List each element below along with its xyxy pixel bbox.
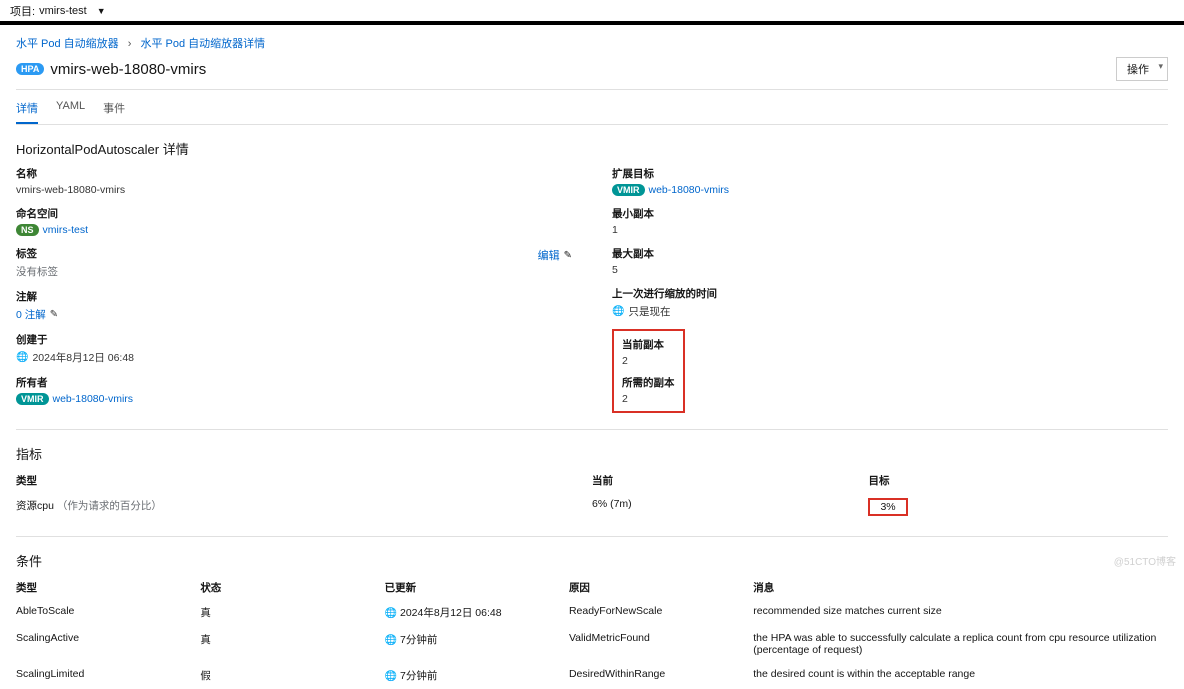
cond-reason: DesiredWithinRange [569,668,753,683]
vmir-badge: VMIR [612,184,645,196]
label-max-replicas: 最大副本 [612,246,1168,261]
globe-icon: 🌐 [16,352,28,363]
cond-updated: 🌐 7分钟前 [385,632,569,656]
label-scale-target: 扩展目标 [612,166,1168,181]
watermark: @51CTO博客 [1114,553,1176,568]
pencil-icon[interactable]: ✎ [564,250,572,261]
value-owner[interactable]: web-18080-vmirs [53,393,134,405]
edit-labels[interactable]: 编辑 [538,247,560,263]
condition-row: ScalingActive真🌐 7分钟前ValidMetricFoundthe … [16,626,1168,662]
value-last-scale: 只是现在 [628,304,670,319]
label-current-replicas: 当前副本 [622,337,675,352]
cond-updated: 🌐 2024年8月12日 06:48 [385,605,569,620]
chevron-down-icon[interactable]: ▼ [97,6,106,16]
value-created: 2024年8月12日 06:48 [32,350,134,365]
topbar: 项目: vmirs-test ▼ [0,0,1184,22]
globe-icon: 🌐 [612,306,624,317]
globe-icon: 🌐 [385,671,397,682]
metrics-type: 资源cpu [16,500,54,512]
value-annotations[interactable]: 0 注解 [16,307,46,322]
cond-status: 真 [200,632,384,656]
cond-head-updated: 已更新 [385,580,569,595]
condition-row: ScalingLimited假🌐 7分钟前DesiredWithinRanget… [16,662,1168,689]
value-namespace[interactable]: vmirs-test [43,224,89,236]
section-title-conditions: 条件 [16,537,1168,576]
cond-head-status: 状态 [200,580,384,595]
tab-events[interactable]: 事件 [103,100,125,124]
cond-reason: ReadyForNewScale [569,605,753,620]
cond-head-reason: 原因 [569,580,753,595]
cond-status: 假 [200,668,384,683]
tab-yaml[interactable]: YAML [56,100,85,124]
metrics-note: （作为请求的百分比） [57,500,162,512]
value-name: vmirs-web-18080-vmirs [16,184,572,196]
page-title: vmirs-web-18080-vmirs [50,61,206,78]
label-annotations: 注解 [16,289,572,304]
value-current-replicas: 2 [622,355,675,367]
condition-row: AbleToScale真🌐 2024年8月12日 06:48ReadyForNe… [16,599,1168,626]
cond-status: 真 [200,605,384,620]
value-labels: 没有标签 [16,264,572,279]
chevron-right-icon: › [128,38,132,50]
section-title-details: HorizontalPodAutoscaler 详情 [16,125,1168,166]
metrics-target: 3% [868,498,907,516]
value-scale-target[interactable]: web-18080-vmirs [649,184,730,196]
hpa-badge: HPA [16,63,44,75]
cond-message: recommended size matches current size [753,605,1168,620]
globe-icon: 🌐 [385,608,397,619]
label-created: 创建于 [16,332,572,347]
cond-message: the desired count is within the acceptab… [753,668,1168,683]
label-labels: 标签 [16,246,37,261]
pencil-icon[interactable]: ✎ [50,309,58,320]
label-name: 名称 [16,166,572,181]
project-value[interactable]: vmirs-test [39,5,87,17]
value-desired-replicas: 2 [622,393,675,405]
tabs: 详情 YAML 事件 [16,90,1168,125]
breadcrumb-parent[interactable]: 水平 Pod 自动缩放器 [16,38,119,50]
project-label: 项目: [10,3,35,19]
label-namespace: 命名空间 [16,206,572,221]
cond-type: ScalingLimited [16,668,200,683]
ns-badge: NS [16,224,39,236]
cond-head-message: 消息 [753,580,1168,595]
cond-head-type: 类型 [16,580,200,595]
value-max-replicas: 5 [612,264,1168,276]
cond-type: ScalingActive [16,632,200,656]
tab-details[interactable]: 详情 [16,100,38,124]
cond-type: AbleToScale [16,605,200,620]
globe-icon: 🌐 [385,635,397,646]
metrics-head-target: 目标 [868,473,1168,488]
metrics-current: 6% (7m) [592,498,868,516]
label-desired-replicas: 所需的副本 [622,375,675,390]
vmir-badge: VMIR [16,393,49,405]
breadcrumb: 水平 Pod 自动缩放器 › 水平 Pod 自动缩放器详情 [16,25,1168,57]
replicas-highlight-box: 当前副本 2 所需的副本 2 [612,329,685,413]
metrics-head-type: 类型 [16,473,592,488]
label-last-scale: 上一次进行缩放的时间 [612,286,1168,301]
metrics-head-current: 当前 [592,473,868,488]
breadcrumb-current: 水平 Pod 自动缩放器详情 [140,38,265,50]
actions-dropdown[interactable]: 操作 [1116,57,1168,81]
section-title-metrics: 指标 [16,430,1168,469]
value-min-replicas: 1 [612,224,1168,236]
cond-updated: 🌐 7分钟前 [385,668,569,683]
cond-message: the HPA was able to successfully calcula… [753,632,1168,656]
label-owner: 所有者 [16,375,572,390]
cond-reason: ValidMetricFound [569,632,753,656]
label-min-replicas: 最小副本 [612,206,1168,221]
